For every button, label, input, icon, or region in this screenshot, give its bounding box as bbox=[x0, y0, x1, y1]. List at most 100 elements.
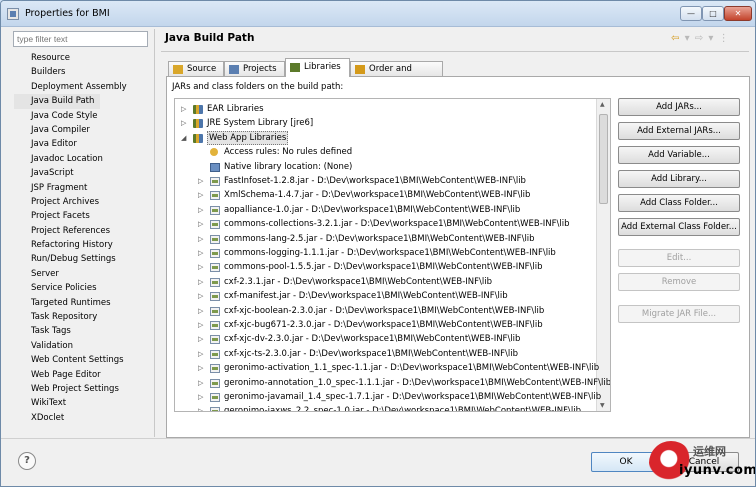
collapsed-twisty-icon[interactable]: ▷ bbox=[198, 217, 203, 231]
maximize-button[interactable]: □ bbox=[702, 6, 724, 21]
tab-projects[interactable]: Projects bbox=[224, 61, 285, 76]
collapsed-twisty-icon[interactable]: ▷ bbox=[198, 275, 203, 289]
edit-button[interactable]: Edit... bbox=[618, 249, 740, 267]
collapsed-twisty-icon[interactable]: ▷ bbox=[198, 289, 203, 303]
back-arrow-icon[interactable]: ⇦ bbox=[671, 33, 680, 44]
nav-item[interactable]: Web Page Editor bbox=[14, 368, 154, 382]
nav-item[interactable]: Java Code Style bbox=[14, 109, 154, 123]
collapsed-twisty-icon[interactable]: ▷ bbox=[198, 332, 203, 346]
forward-arrow-icon[interactable]: ⇨ bbox=[695, 33, 704, 44]
add-class-folder-button[interactable]: Add Class Folder... bbox=[618, 194, 740, 212]
collapsed-twisty-icon[interactable]: ▷ bbox=[198, 203, 203, 217]
collapsed-twisty-icon[interactable]: ▷ bbox=[198, 361, 203, 375]
close-button[interactable]: ✕ bbox=[724, 6, 752, 21]
tree-row[interactable]: Access rules: No rules defined bbox=[175, 145, 595, 159]
nav-item[interactable]: Project References bbox=[14, 224, 154, 238]
tree-row[interactable]: ▷ commons-collections-3.2.1.jar - D:\Dev\… bbox=[175, 217, 595, 231]
migrate-jar-button[interactable]: Migrate JAR File... bbox=[618, 305, 740, 323]
tree-row[interactable]: ▷ commons-logging-1.1.1.jar - D:\Dev\work… bbox=[175, 246, 595, 260]
add-jars-button[interactable]: Add JARs... bbox=[618, 98, 740, 116]
tree-row[interactable]: ▷ JRE System Library [jre6] bbox=[175, 116, 595, 130]
help-icon[interactable]: ? bbox=[18, 452, 36, 470]
tree-row[interactable]: ▷ geronimo-annotation_1.0_spec-1.1.1.jar … bbox=[175, 376, 610, 390]
collapsed-twisty-icon[interactable]: ▷ bbox=[198, 260, 203, 274]
collapsed-twisty-icon[interactable]: ▷ bbox=[198, 304, 203, 318]
jar-icon bbox=[210, 407, 220, 411]
jar-icon bbox=[210, 205, 220, 215]
scroll-up-icon[interactable]: ▲ bbox=[600, 101, 605, 108]
view-menu-icon[interactable]: ⋮ bbox=[719, 33, 730, 44]
tree-row[interactable]: ▷ cxf-manifest.jar - D:\Dev\workspace1\BM… bbox=[175, 289, 595, 303]
collapsed-twisty-icon[interactable]: ▷ bbox=[198, 232, 203, 246]
nav-item[interactable]: Validation bbox=[14, 339, 154, 353]
back-dropdown-icon[interactable]: ▾ bbox=[685, 33, 691, 44]
collapsed-twisty-icon[interactable]: ▷ bbox=[198, 404, 203, 411]
add-external-jars-button[interactable]: Add External JARs... bbox=[618, 122, 740, 140]
libraries-tree[interactable]: ▲ ▼ ▷ EAR Libraries ▷ JRE System Library [j… bbox=[174, 98, 611, 412]
tree-row[interactable]: ◢ Web App Libraries bbox=[175, 130, 595, 145]
tree-row[interactable]: ▷ cxf-xjc-dv-2.3.0.jar - D:\Dev\workspace… bbox=[175, 332, 595, 346]
tree-row[interactable]: ▷ geronimo-javamail_1.4_spec-1.7.1.jar - … bbox=[175, 390, 601, 404]
collapsed-twisty-icon[interactable]: ▷ bbox=[198, 246, 203, 260]
expanded-twisty-icon[interactable]: ◢ bbox=[181, 131, 186, 145]
collapsed-twisty-icon[interactable]: ▷ bbox=[198, 188, 203, 202]
tree-row[interactable]: ▷ FastInfoset-1.2.8.jar - D:\Dev\workspac… bbox=[175, 174, 595, 188]
sash-divider[interactable] bbox=[154, 29, 155, 437]
nav-item[interactable]: JSP Fragment bbox=[14, 181, 154, 195]
tree-row[interactable]: ▷ cxf-xjc-boolean-2.3.0.jar - D:\Dev\work… bbox=[175, 304, 595, 318]
tree-row[interactable]: ▷ cxf-2.3.1.jar - D:\Dev\workspace1\BMI\W… bbox=[175, 275, 595, 289]
nav-item[interactable]: XDoclet bbox=[14, 411, 154, 425]
tree-row[interactable]: ▷ geronimo-activation_1.1_spec-1.1.jar - … bbox=[175, 361, 599, 375]
nav-item[interactable]: Deployment Assembly bbox=[14, 80, 154, 94]
minimize-button[interactable]: — bbox=[680, 6, 702, 21]
remove-button[interactable]: Remove bbox=[618, 273, 740, 291]
tree-row[interactable]: ▷ geronimo-jaxws_2.2_spec-1.0.jar - D:\De… bbox=[175, 404, 595, 411]
header-separator bbox=[161, 51, 749, 52]
nav-item[interactable]: Javadoc Location bbox=[14, 152, 154, 166]
tree-row[interactable]: ▷ cxf-xjc-ts-2.3.0.jar - D:\Dev\workspace… bbox=[175, 347, 595, 361]
jar-icon bbox=[210, 191, 220, 201]
nav-item[interactable]: Java Compiler bbox=[14, 123, 154, 137]
nav-item[interactable]: Service Policies bbox=[14, 281, 154, 295]
tree-row[interactable]: Native library location: (None) bbox=[175, 160, 595, 174]
filter-input[interactable] bbox=[13, 31, 148, 47]
nav-item[interactable]: Builders bbox=[14, 65, 154, 79]
source-folder-icon bbox=[173, 65, 183, 74]
nav-item[interactable]: Java Build Path bbox=[14, 94, 100, 109]
tree-row[interactable]: ▷ commons-pool-1.5.5.jar - D:\Dev\workspa… bbox=[175, 260, 595, 274]
tree-row[interactable]: ▷ XmlSchema-1.4.7.jar - D:\Dev\workspace1… bbox=[175, 188, 595, 202]
tab-libraries[interactable]: Libraries bbox=[285, 58, 350, 77]
nav-item[interactable]: Server bbox=[14, 267, 154, 281]
scrollbar-thumb[interactable] bbox=[599, 114, 608, 204]
add-variable-button[interactable]: Add Variable... bbox=[618, 146, 740, 164]
nav-item[interactable]: JavaScript bbox=[14, 166, 154, 180]
collapsed-twisty-icon[interactable]: ▷ bbox=[181, 116, 186, 130]
tab-source[interactable]: Source bbox=[168, 61, 224, 76]
tree-row[interactable]: ▷ cxf-xjc-bug671-2.3.0.jar - D:\Dev\works… bbox=[175, 318, 595, 332]
nav-item[interactable]: Web Content Settings bbox=[14, 353, 154, 367]
collapsed-twisty-icon[interactable]: ▷ bbox=[198, 376, 203, 390]
nav-item[interactable]: Targeted Runtimes bbox=[14, 296, 154, 310]
collapsed-twisty-icon[interactable]: ▷ bbox=[198, 347, 203, 361]
nav-item[interactable]: Project Archives bbox=[14, 195, 154, 209]
add-external-class-folder-button[interactable]: Add External Class Folder... bbox=[618, 218, 740, 236]
add-library-button[interactable]: Add Library... bbox=[618, 170, 740, 188]
nav-item[interactable]: Task Tags bbox=[14, 324, 154, 338]
collapsed-twisty-icon[interactable]: ▷ bbox=[181, 102, 186, 116]
collapsed-twisty-icon[interactable]: ▷ bbox=[198, 318, 203, 332]
forward-dropdown-icon[interactable]: ▾ bbox=[708, 33, 714, 44]
nav-item[interactable]: Java Editor bbox=[14, 137, 154, 151]
tree-row[interactable]: ▷ commons-lang-2.5.jar - D:\Dev\workspace… bbox=[175, 232, 595, 246]
nav-item[interactable]: Resource bbox=[14, 51, 154, 65]
tree-row[interactable]: ▷ EAR Libraries bbox=[175, 102, 595, 116]
nav-item[interactable]: Run/Debug Settings bbox=[14, 252, 154, 266]
nav-item[interactable]: Project Facets bbox=[14, 209, 154, 223]
collapsed-twisty-icon[interactable]: ▷ bbox=[198, 390, 203, 404]
nav-item[interactable]: Refactoring History bbox=[14, 238, 154, 252]
collapsed-twisty-icon[interactable]: ▷ bbox=[198, 174, 203, 188]
tab-order-and-export[interactable]: Order and Export bbox=[350, 61, 443, 88]
nav-item[interactable]: Web Project Settings bbox=[14, 382, 154, 396]
tree-row[interactable]: ▷ aopalliance-1.0.jar - D:\Dev\workspace1… bbox=[175, 203, 595, 217]
nav-item[interactable]: Task Repository bbox=[14, 310, 154, 324]
nav-item[interactable]: WikiText bbox=[14, 396, 154, 410]
